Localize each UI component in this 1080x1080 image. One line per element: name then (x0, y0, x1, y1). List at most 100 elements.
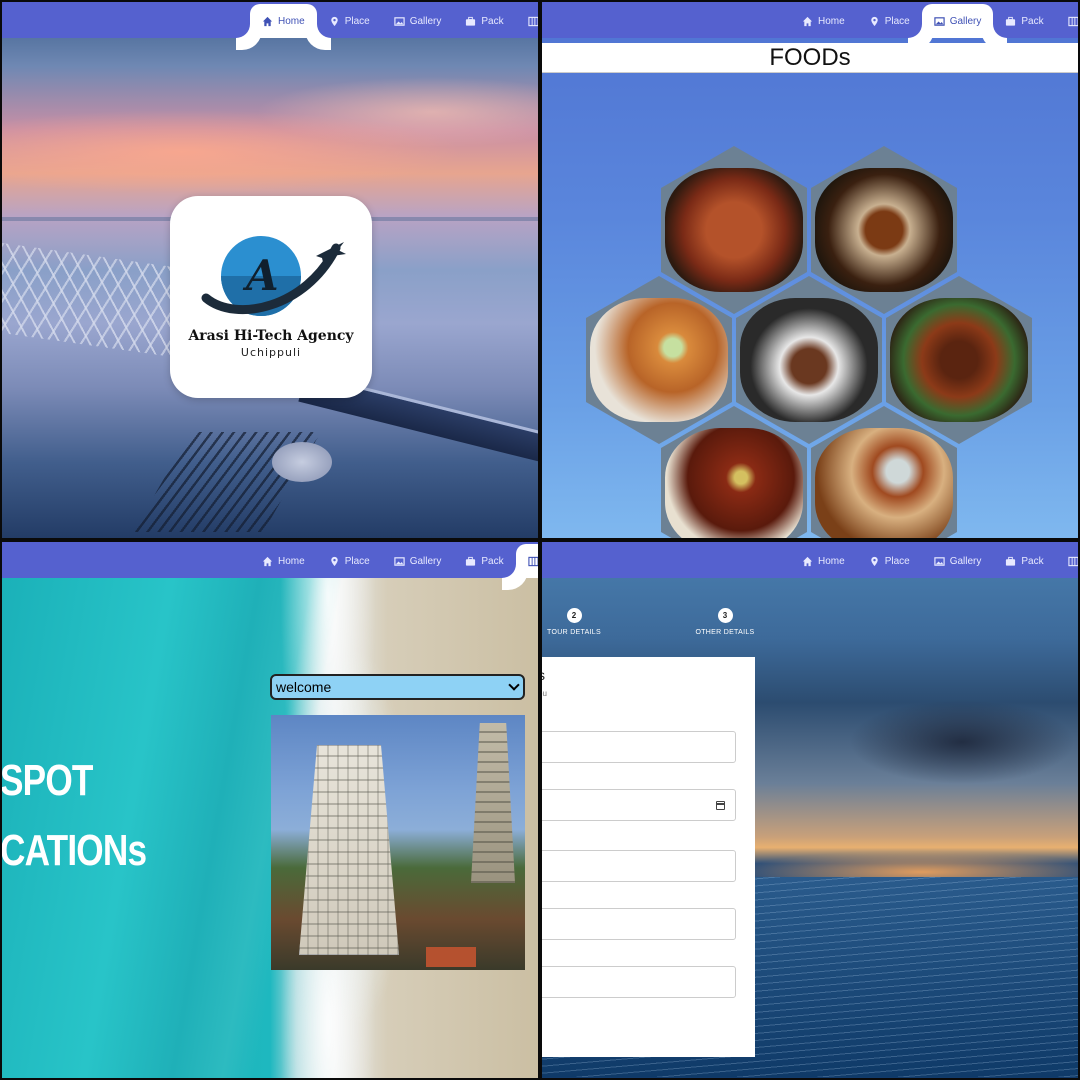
nav-more[interactable] (515, 544, 538, 578)
nav-menu: Home Place Gallery Pack (790, 2, 1078, 38)
step-label: TOUR DETAILS (547, 629, 601, 636)
columns-icon (527, 556, 538, 566)
nav-more[interactable] (1056, 546, 1078, 576)
nav-menu: Home Place Gallery Pack (790, 542, 1078, 578)
map-pin-icon (870, 16, 878, 26)
briefcase-icon (1006, 16, 1016, 26)
temple-roof (426, 947, 476, 967)
foods-heading: FOODs (769, 44, 851, 71)
form-field-5[interactable] (542, 966, 736, 998)
nav-pack[interactable]: Pack (453, 6, 515, 36)
agency-location: Uchippuli (240, 346, 302, 359)
gallery-background (542, 2, 1078, 538)
nav-home[interactable]: Home (250, 546, 317, 576)
nav-place-label: Place (884, 15, 910, 27)
nav-pack-label: Pack (1021, 555, 1044, 567)
nav-gallery[interactable]: Gallery (382, 6, 454, 36)
booking-panel: Home Place Gallery Pack 2 TOUR DETAILS 3… (542, 542, 1078, 1078)
briefcase-icon (466, 16, 476, 26)
food-image (665, 428, 803, 538)
home-panel: Home Place Gallery Pack A Arasi Hi-Tech … (2, 2, 538, 538)
nav-pack[interactable]: Pack (993, 6, 1055, 36)
nav-place[interactable]: Place (857, 546, 922, 576)
temple-tower-near (299, 745, 399, 955)
image-icon (394, 16, 405, 26)
food-image (590, 298, 728, 422)
date-field[interactable] (542, 789, 736, 821)
bridge-pier (272, 442, 332, 482)
form-heading: s (542, 667, 545, 683)
nav-pack-label: Pack (481, 15, 504, 27)
nav-gallery-label: Gallery (409, 15, 442, 27)
image-icon (394, 556, 405, 566)
calendar-icon[interactable] (716, 801, 725, 810)
gallery-panel: Home Place Gallery Pack FOODs (542, 2, 1078, 538)
temple-image (271, 715, 525, 970)
map-pin-icon (330, 556, 338, 566)
briefcase-icon (466, 556, 476, 566)
columns-icon (527, 16, 538, 26)
nav-gallery[interactable]: Gallery (382, 546, 454, 576)
nav-more[interactable] (516, 6, 538, 36)
step-tour-details[interactable]: 2 TOUR DETAILS (544, 608, 604, 636)
nav-home-label: Home (278, 15, 305, 27)
globe-plane-icon: A (201, 236, 346, 316)
food-image (665, 168, 803, 292)
booking-form-card: s ou (542, 657, 755, 1057)
navbar: Home Place Gallery Pack (2, 542, 538, 578)
form-field-1[interactable] (542, 731, 736, 763)
nav-home-label: Home (278, 555, 305, 567)
nav-home[interactable]: Home (790, 6, 857, 36)
agency-logo-card: A Arasi Hi-Tech Agency Uchippuli (170, 196, 372, 398)
form-field-4[interactable] (542, 908, 736, 940)
food-image (740, 298, 878, 422)
svg-text:A: A (242, 251, 279, 300)
nav-menu: Home Place Gallery Pack (250, 542, 538, 578)
map-pin-icon (870, 556, 878, 566)
step-other-details[interactable]: 3 OTHER DETAILS (695, 608, 755, 636)
nav-home-label: Home (818, 15, 845, 27)
navbar: Home Place Gallery Pack (2, 2, 538, 38)
nav-pack[interactable]: Pack (993, 546, 1055, 576)
nav-gallery-label: Gallery (949, 15, 982, 27)
foods-title-bar: FOODs (542, 43, 1078, 73)
navbar: Home Place Gallery Pack (542, 2, 1078, 38)
nav-home[interactable]: Home (250, 4, 317, 38)
temple-tower-far (471, 723, 515, 883)
place-select-value: welcome (276, 679, 332, 695)
home-icon (802, 16, 813, 26)
image-icon (934, 16, 945, 26)
nav-place-label: Place (884, 555, 910, 567)
agency-logo: A (196, 228, 346, 328)
nav-gallery-label: Gallery (409, 555, 442, 567)
nav-gallery-label: Gallery (949, 555, 982, 567)
step-label: OTHER DETAILS (695, 629, 755, 636)
form-field-3[interactable] (542, 850, 736, 882)
place-select[interactable]: welcome (270, 674, 525, 700)
nav-home[interactable]: Home (790, 546, 857, 576)
navbar: Home Place Gallery Pack (542, 542, 1078, 578)
agency-name: Arasi Hi-Tech Agency (188, 328, 354, 344)
nav-place-label: Place (344, 555, 370, 567)
columns-icon (1067, 556, 1078, 566)
nav-more[interactable] (1056, 6, 1078, 36)
nav-menu: Home Place Gallery Pack (250, 2, 538, 38)
place-panel: Home Place Gallery Pack SPOT CATIONs wel… (2, 542, 538, 1078)
nav-place[interactable]: Place (317, 546, 382, 576)
nav-place-label: Place (344, 15, 370, 27)
home-icon (262, 16, 273, 26)
nav-gallery[interactable]: Gallery (921, 4, 994, 38)
briefcase-icon (1006, 556, 1016, 566)
home-icon (262, 556, 273, 566)
food-image (815, 168, 953, 292)
nav-place[interactable]: Place (317, 6, 382, 36)
chevron-down-icon (508, 679, 520, 691)
nav-pack-label: Pack (481, 555, 504, 567)
food-image (815, 428, 953, 538)
map-pin-icon (330, 16, 338, 26)
food-image (890, 298, 1028, 422)
form-subheading: ou (542, 689, 547, 698)
nav-gallery[interactable]: Gallery (922, 546, 994, 576)
image-icon (934, 556, 945, 566)
home-icon (802, 556, 813, 566)
